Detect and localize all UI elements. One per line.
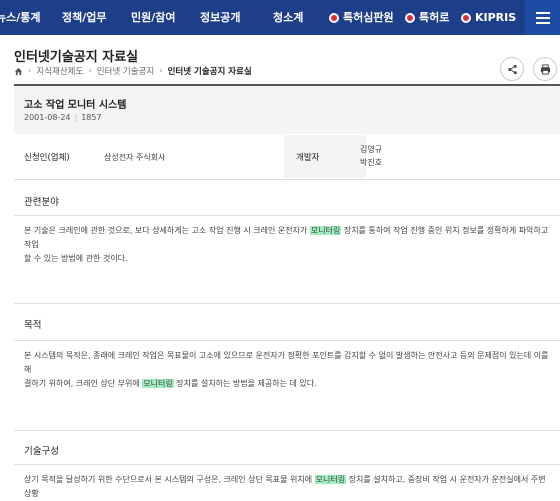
highlight: 모니터링 [309, 226, 342, 235]
nav-item-policy[interactable]: 정책/업무 [62, 0, 107, 35]
doc-date: 2001-08-24 [24, 113, 71, 122]
top-nav: 뉴스/통계 정책/업무 민원/참여 정보공개 청소계 특허심판원 특허로 KIP… [0, 0, 560, 35]
nav-ext-tribunal[interactable]: 특허심판원 [329, 0, 394, 35]
kipo-logo-icon [461, 12, 471, 23]
highlight: 모니터링 [142, 379, 174, 388]
print-icon [540, 63, 550, 75]
breadcrumb-current: 인터넷 기술공지 자료실 [167, 67, 252, 77]
section-body-composition: 상기 목적을 달성하기 위한 수단으로서 본 시스템의 구성은, 크레인 상단 … [24, 475, 546, 498]
chevron-right-icon: › [28, 66, 32, 76]
highlight: 모니터링 [314, 475, 347, 484]
menu-button[interactable] [525, 0, 560, 35]
section-heading-composition: 기술구성 [24, 446, 59, 457]
section-heading-purpose: 목적 [24, 320, 42, 331]
doc-header: 고소 작업 모니터 시스템 2001-08-24 | 1857 [14, 84, 560, 134]
developer-label: 개발자 [296, 153, 320, 163]
nav-item-disclosure[interactable]: 정보공개 [200, 0, 240, 35]
chevron-right-icon: › [88, 66, 92, 76]
kipo-logo-icon [405, 12, 415, 23]
breadcrumb: › 지식재산제도 › 인터넷 기술공지 › 인터넷 기술공지 자료실 [14, 65, 252, 77]
chevron-right-icon: › [159, 66, 163, 76]
divider [14, 215, 560, 216]
kipo-logo-icon [329, 12, 339, 23]
nav-ext-patentro[interactable]: 특허로 [405, 0, 449, 35]
divider [14, 340, 560, 341]
nav-ext-kipris[interactable]: KIPRIS [461, 0, 516, 35]
share-icon [507, 64, 517, 74]
doc-views: 1857 [81, 113, 102, 122]
nav-ext-patentro-label: 특허로 [419, 11, 450, 24]
developer-value: 박진호 [360, 158, 383, 167]
nav-item-news[interactable]: 뉴스/통계 [0, 0, 41, 35]
divider [14, 430, 560, 431]
doc-meta: 2001-08-24 | 1857 [24, 113, 102, 122]
developer-value: 김영규 [360, 145, 383, 154]
applicant-value: 삼성전자 주식회사 [104, 153, 166, 162]
doc-info-row: 신청인(업체) 삼성전자 주식회사 개발자 김영규 박진호 [14, 135, 560, 180]
page-title: 인터넷기술공지 자료실 [14, 50, 139, 65]
home-icon[interactable] [14, 67, 23, 76]
divider [14, 464, 560, 465]
section-heading-field: 관련분야 [24, 197, 59, 208]
nav-item-clean[interactable]: 청소계 [273, 0, 303, 35]
section-body-purpose: 본 시스템의 목적은, 종래에 크레인 작업은 목표물이 고소에 있으므로 운전… [24, 351, 549, 388]
print-button[interactable] [533, 57, 557, 81]
nav-ext-tribunal-label: 특허심판원 [343, 11, 394, 24]
hamburger-icon [535, 11, 550, 14]
breadcrumb-item[interactable]: 인터넷 기술공지 [97, 65, 154, 77]
nav-ext-kipris-label: KIPRIS [475, 11, 517, 24]
divider [14, 303, 560, 304]
breadcrumb-item[interactable]: 지식재산제도 [36, 65, 83, 77]
doc-title: 고소 작업 모니터 시스템 [24, 100, 127, 111]
share-button[interactable] [500, 57, 524, 81]
nav-item-civil[interactable]: 민원/참여 [131, 0, 176, 35]
applicant-label: 신청인(업체) [24, 153, 70, 163]
section-body-field: 본 기술은 크레인에 관한 것으로, 보다 상세하게는 고소 작업 진행 시 크… [24, 226, 549, 263]
